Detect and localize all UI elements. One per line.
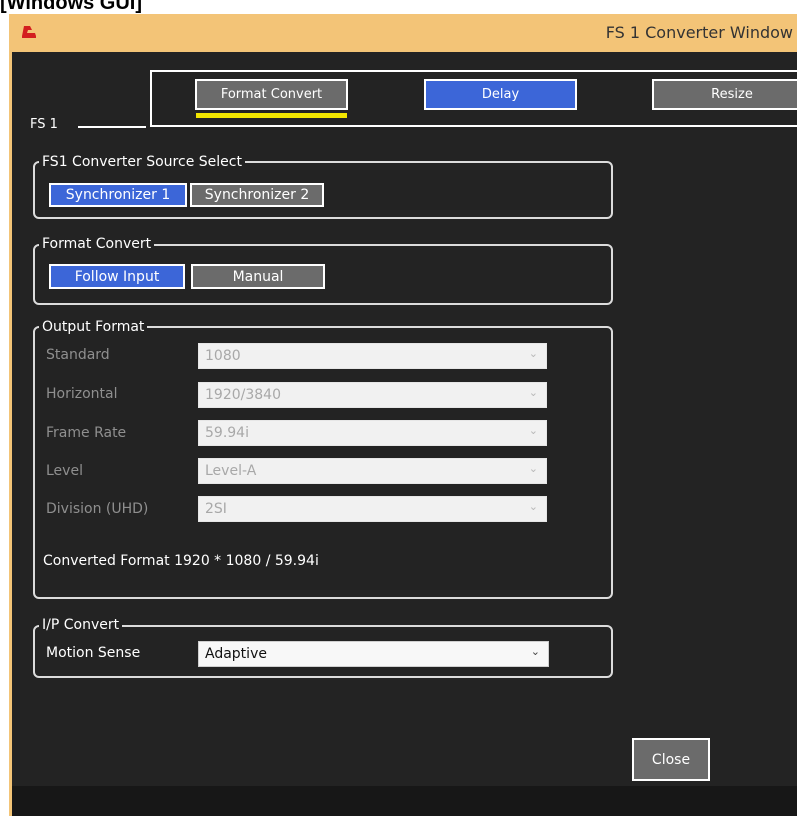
chevron-down-icon: ⌄ xyxy=(528,462,538,475)
manual-button[interactable]: Manual xyxy=(191,264,325,289)
division-label: Division (UHD) xyxy=(46,501,149,517)
horizontal-value: 1920/3840 xyxy=(205,387,281,403)
tab-selected-indicator xyxy=(196,113,347,118)
chevron-down-icon: ⌄ xyxy=(528,424,538,437)
division-value: 2SI xyxy=(205,501,227,517)
synchronizer-1-button[interactable]: Synchronizer 1 xyxy=(49,183,187,207)
synchronizer-2-button[interactable]: Synchronizer 2 xyxy=(190,183,324,207)
page-caption: [Windows GUI] xyxy=(0,0,143,14)
standard-label: Standard xyxy=(46,347,110,363)
follow-input-button[interactable]: Follow Input xyxy=(49,264,185,289)
level-value: Level-A xyxy=(205,463,257,479)
output-format-title: Output Format xyxy=(39,319,148,335)
source-select-title: FS1 Converter Source Select xyxy=(39,154,245,170)
division-select: 2SI ⌄ xyxy=(198,496,547,522)
motion-sense-select[interactable]: Adaptive ⌄ xyxy=(198,641,549,667)
fs-label: FS 1 xyxy=(30,117,58,132)
fs-connector-line xyxy=(78,126,146,128)
chevron-down-icon: ⌄ xyxy=(530,645,540,658)
chevron-down-icon: ⌄ xyxy=(528,386,538,399)
frame-rate-label: Frame Rate xyxy=(46,425,127,441)
ip-convert-title: I/P Convert xyxy=(39,617,123,633)
chevron-down-icon: ⌄ xyxy=(528,500,538,513)
converted-format-text: Converted Format 1920 * 1080 / 59.94i xyxy=(43,553,319,569)
title-bar: FS 1 Converter Window xyxy=(9,14,797,52)
right-edge xyxy=(787,60,797,772)
format-convert-title: Format Convert xyxy=(39,236,155,252)
app-logo-icon xyxy=(20,22,38,40)
chevron-down-icon: ⌄ xyxy=(528,347,538,360)
level-select: Level-A ⌄ xyxy=(198,458,547,484)
footer-strip xyxy=(12,786,797,816)
motion-sense-value: Adaptive xyxy=(205,646,267,662)
horizontal-select: 1920/3840 ⌄ xyxy=(198,382,547,408)
motion-sense-label: Motion Sense xyxy=(46,645,141,661)
window-title: FS 1 Converter Window xyxy=(605,23,793,42)
close-button[interactable]: Close xyxy=(632,738,710,781)
horizontal-label: Horizontal xyxy=(46,386,118,402)
level-label: Level xyxy=(46,463,83,479)
standard-select: 1080 ⌄ xyxy=(198,343,547,369)
frame-rate-value: 59.94i xyxy=(205,425,249,441)
tab-format-convert[interactable]: Format Convert xyxy=(195,79,348,110)
frame-rate-select: 59.94i ⌄ xyxy=(198,420,547,446)
tab-resize[interactable]: Resize xyxy=(652,79,797,110)
tab-delay[interactable]: Delay xyxy=(424,79,577,110)
standard-value: 1080 xyxy=(205,348,241,364)
